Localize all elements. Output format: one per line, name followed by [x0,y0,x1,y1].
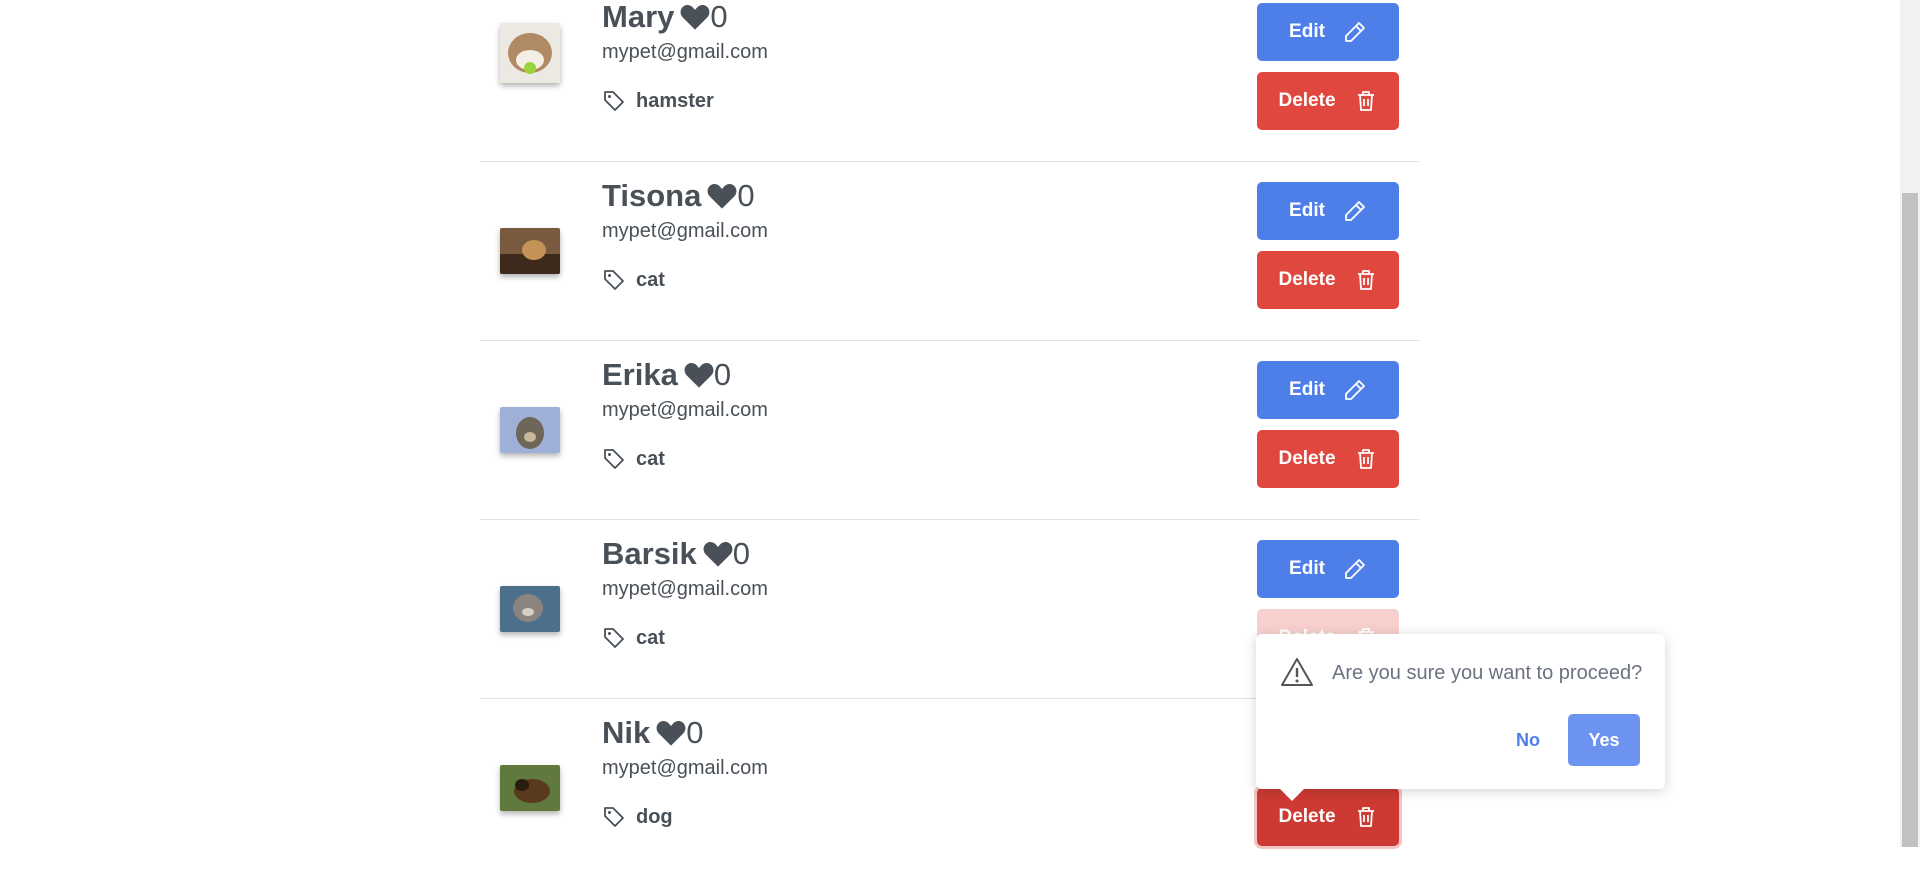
tag-icon [604,628,624,648]
pet-thumbnail [500,228,560,274]
heart-icon[interactable] [707,182,737,210]
heart-icon[interactable] [656,719,686,747]
warning-icon [1281,658,1313,686]
delete-label: Delete [1278,448,1336,469]
delete-label: Delete [1278,806,1336,827]
confirm-yes-button[interactable]: Yes [1568,714,1640,766]
pet-name: Erika [602,357,678,392]
delete-button[interactable]: Delete [1257,72,1399,130]
pet-name: Nik [602,715,651,750]
like-count: 0 [686,715,704,750]
pet-tag-label: dog [636,805,673,828]
delete-button[interactable]: Delete [1257,430,1399,488]
pet-tag-label: hamster [636,89,714,112]
pet-tag-label: cat [636,268,665,291]
pet-thumbnail [500,23,560,83]
trash-icon [1357,449,1374,469]
pet-name-line: Erika 0 [602,355,731,395]
edit-label: Edit [1289,558,1325,579]
owner-email: mypet@gmail.com [602,399,768,421]
confirm-message: Are you sure you want to proceed? [1332,662,1643,684]
confirm-popover: Are you sure you want to proceed? No Yes [1256,634,1665,801]
heart-icon[interactable] [684,361,714,389]
pet-tag: cat [602,626,665,650]
delete-button[interactable]: Delete [1257,251,1399,309]
scrollbar-thumb[interactable] [1902,193,1918,847]
owner-email: mypet@gmail.com [602,757,768,779]
edit-label: Edit [1289,200,1325,221]
pencil-icon [1345,380,1365,400]
list-item: Erika 0 mypet@gmail.com cat Edit Delete [480,341,1419,520]
pencil-icon [1345,559,1365,579]
pencil-icon [1345,201,1365,221]
like-count: 0 [710,0,728,34]
like-count: 0 [737,178,755,213]
pet-tag: hamster [602,89,714,113]
owner-email: mypet@gmail.com [602,578,768,600]
like-count: 0 [732,536,751,571]
list-item: Tisona 0 mypet@gmail.com cat Edit Delete [480,162,1419,341]
tag-icon [604,807,624,827]
edit-label: Edit [1289,21,1325,42]
edit-button[interactable]: Edit [1257,3,1399,61]
pet-name-line: Nik 0 [602,713,704,753]
owner-email: mypet@gmail.com [602,220,768,242]
list-item: Mary 0 mypet@gmail.com hamster Edit Dele… [480,0,1419,162]
pet-thumbnail [500,586,560,632]
heart-icon[interactable] [703,540,733,568]
delete-button[interactable]: Delete [1257,788,1399,846]
delete-label: Delete [1278,269,1336,290]
delete-label: Delete [1278,90,1336,111]
edit-button[interactable]: Edit [1257,182,1399,240]
popover-arrow [1280,789,1304,801]
pencil-icon [1345,22,1365,42]
trash-icon [1357,270,1374,290]
pet-thumbnail [500,765,560,811]
heart-icon[interactable] [680,3,710,31]
edit-label: Edit [1289,379,1325,400]
edit-button[interactable]: Edit [1257,361,1399,419]
tag-icon [604,449,624,469]
pet-tag-label: cat [636,447,665,470]
pet-name-line: Tisona 0 [602,176,755,216]
like-count: 0 [713,357,732,392]
trash-icon [1357,807,1374,827]
pet-name: Tisona [602,178,702,213]
pet-thumbnail [500,407,560,453]
confirm-no-button[interactable]: No [1498,714,1558,766]
edit-button[interactable]: Edit [1257,540,1399,598]
pet-name: Mary [602,0,675,34]
pet-tag: dog [602,805,673,829]
tag-icon [604,91,624,111]
trash-icon [1357,91,1374,111]
pet-name-line: Mary 0 [602,0,728,37]
pet-name-line: Barsik 0 [602,534,750,574]
pet-tag: cat [602,447,665,471]
pet-tag-label: cat [636,626,665,649]
pet-tag: cat [602,268,665,292]
tag-icon [604,270,624,290]
pet-name: Barsik [602,536,697,571]
owner-email: mypet@gmail.com [602,41,768,63]
